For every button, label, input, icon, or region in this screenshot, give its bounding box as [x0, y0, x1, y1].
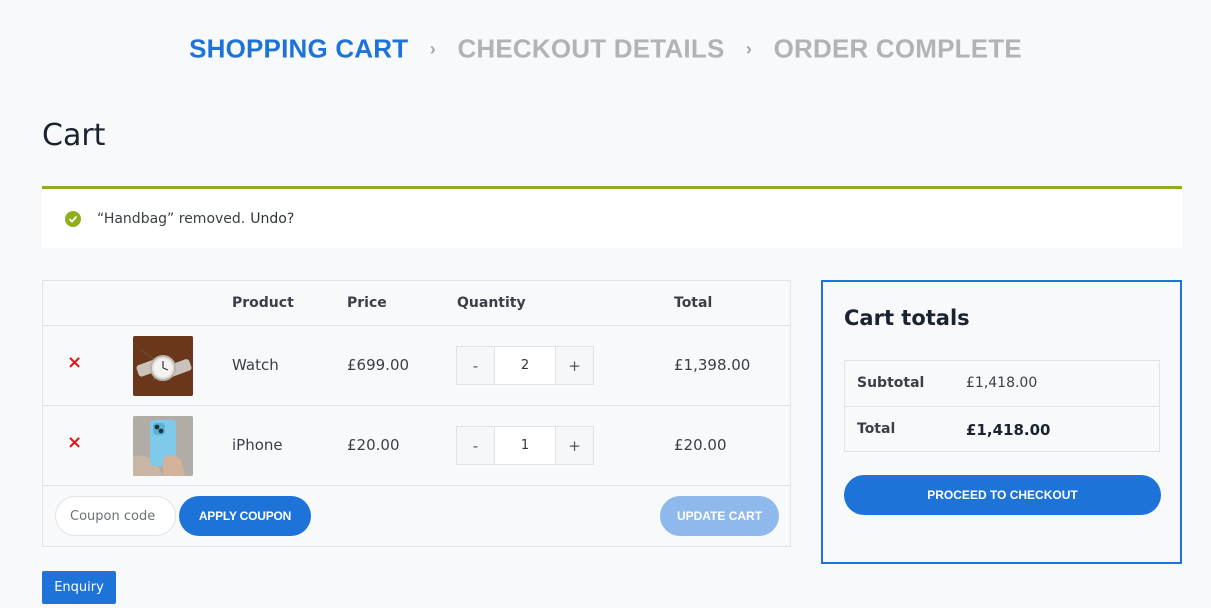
increase-quantity-button[interactable]: + — [555, 347, 593, 384]
total-row: Total £1,418.00 — [845, 406, 1159, 451]
total-label: Total — [857, 421, 896, 437]
remove-item-icon[interactable]: × — [67, 354, 82, 372]
header-quantity: Quantity — [457, 295, 526, 311]
product-name[interactable]: iPhone — [232, 436, 283, 454]
cart-totals-panel: Cart totals Subtotal £1,418.00 Total £1,… — [821, 280, 1182, 564]
cart-actions: APPLY COUPON UPDATE CART — [43, 486, 790, 546]
subtotal-row: Subtotal £1,418.00 — [845, 361, 1159, 406]
quantity-input[interactable] — [495, 347, 555, 384]
update-cart-button[interactable]: UPDATE CART — [660, 496, 779, 536]
line-total: £1,398.00 — [674, 356, 751, 374]
check-circle-icon — [65, 210, 81, 227]
step-checkout-details[interactable]: CHECKOUT DETAILS — [457, 34, 724, 64]
header-total: Total — [674, 295, 713, 311]
header-product: Product — [232, 295, 294, 311]
apply-coupon-button[interactable]: APPLY COUPON — [179, 496, 311, 536]
totals-table: Subtotal £1,418.00 Total £1,418.00 — [844, 360, 1160, 452]
cart-totals-title: Cart totals — [844, 306, 970, 330]
product-thumbnail-iphone[interactable] — [133, 416, 193, 476]
line-total: £20.00 — [674, 436, 727, 454]
step-order-complete: ORDER COMPLETE — [773, 33, 1022, 64]
product-price: £20.00 — [347, 436, 400, 454]
subtotal-value: £1,418.00 — [966, 375, 1038, 391]
product-price: £699.00 — [347, 356, 410, 374]
quantity-input[interactable] — [495, 427, 555, 464]
remove-item-icon[interactable]: × — [67, 434, 82, 452]
total-value: £1,418.00 — [966, 421, 1051, 439]
product-thumbnail-watch[interactable] — [133, 336, 193, 396]
decrease-quantity-button[interactable]: - — [457, 347, 495, 384]
cart-table: Product Price Quantity Total × Watch £69… — [42, 280, 791, 547]
chevron-right-icon: › — [745, 38, 753, 59]
chevron-right-icon: › — [429, 38, 436, 59]
notice-message: “Handbag” removed. — [97, 210, 246, 227]
quantity-stepper: - + — [456, 346, 594, 385]
quantity-stepper: - + — [456, 426, 594, 465]
header-price: Price — [347, 295, 387, 311]
table-row: × iPhone £20.00 - + £20.00 — [43, 406, 790, 486]
page-title: Cart — [42, 118, 106, 153]
enquiry-button[interactable]: Enquiry — [42, 571, 116, 604]
checkout-steps: SHOPPING CART › CHECKOUT DETAILS › ORDER… — [0, 32, 1211, 65]
step-shopping-cart[interactable]: SHOPPING CART — [189, 34, 408, 64]
table-row: × Watch £699.00 - + £1,398.00 — [43, 326, 790, 406]
table-header: Product Price Quantity Total — [43, 281, 790, 326]
decrease-quantity-button[interactable]: - — [457, 427, 495, 464]
subtotal-label: Subtotal — [857, 375, 925, 391]
undo-link[interactable]: Undo? — [250, 211, 294, 227]
increase-quantity-button[interactable]: + — [555, 427, 593, 464]
product-name[interactable]: Watch — [232, 356, 279, 374]
removed-notice: “Handbag” removed. Undo? — [42, 186, 1182, 248]
proceed-to-checkout-button[interactable]: PROCEED TO CHECKOUT — [844, 475, 1161, 515]
coupon-code-input[interactable] — [55, 496, 176, 536]
